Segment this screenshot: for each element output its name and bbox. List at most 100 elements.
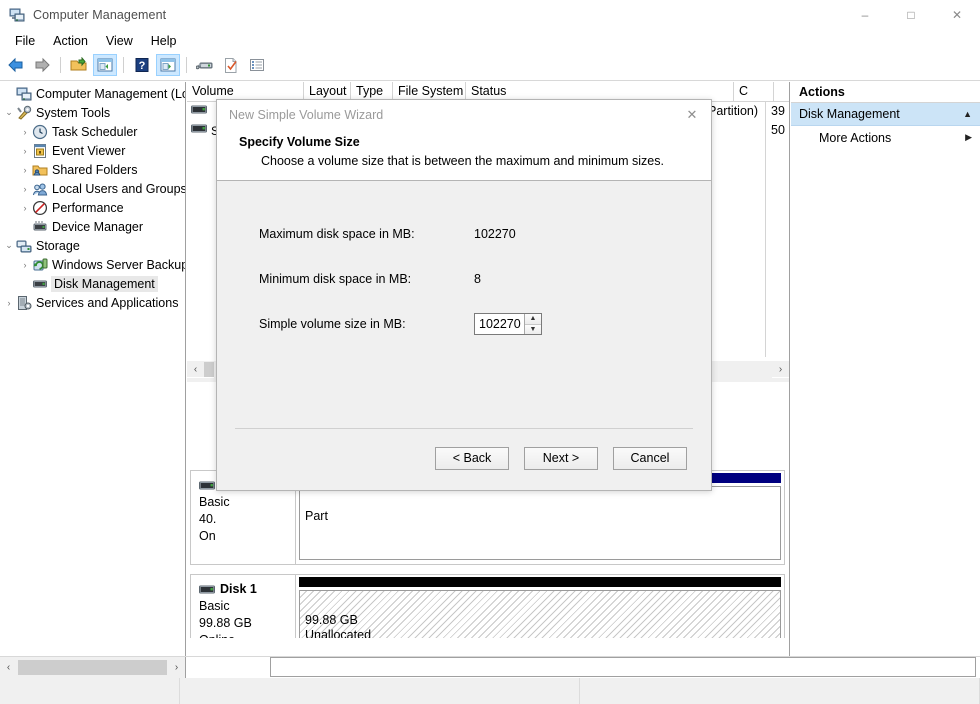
scroll-right-arrow[interactable]: ›: [168, 659, 185, 676]
disk-size: 99.88 GB: [199, 615, 295, 632]
volume-size-input[interactable]: [475, 314, 524, 334]
event-viewer-icon: [32, 143, 48, 159]
action-more-actions[interactable]: More Actions ▶: [791, 126, 980, 149]
scroll-left-arrow[interactable]: ‹: [187, 361, 204, 378]
disk-block-1[interactable]: Disk 1 Basic 99.88 GB Online 99.88 GB Un…: [190, 574, 785, 638]
tree-item-system-tools[interactable]: ⌄ System Tools: [0, 103, 185, 122]
volume-size-spinner[interactable]: ▲ ▼: [474, 313, 542, 335]
expander[interactable]: ›: [18, 162, 32, 178]
wizard-subheading: Choose a volume size that is between the…: [239, 154, 711, 168]
actions-group-disk-management[interactable]: Disk Management ▲: [791, 103, 980, 126]
expander[interactable]: [18, 276, 32, 292]
cancel-button[interactable]: Cancel: [613, 447, 687, 470]
list-icon[interactable]: [245, 54, 269, 76]
scroll-thumb[interactable]: [204, 362, 214, 377]
taskbar-section-left: [0, 678, 180, 704]
expander[interactable]: ›: [18, 181, 32, 197]
spinner-buttons[interactable]: ▲ ▼: [524, 314, 541, 334]
volume-icon: [191, 123, 207, 139]
field-maximum-disk-space: Maximum disk space in MB: 102270: [259, 219, 711, 249]
device-manager-icon: [32, 219, 48, 235]
help-icon[interactable]: ?: [130, 54, 154, 76]
window-controls: – □ ✕: [842, 0, 980, 30]
tree-item-services-and-applications[interactable]: › Services and Applications: [0, 293, 185, 312]
computer-management-window: Computer Management – □ ✕ File Action Vi…: [0, 0, 980, 704]
tree-item-computer-management[interactable]: Computer Management (Local: [0, 84, 185, 103]
field-simple-volume-size: Simple volume size in MB: ▲ ▼: [259, 309, 711, 339]
tree-item-event-viewer[interactable]: › Event Viewer: [0, 141, 185, 160]
scroll-thumb[interactable]: [18, 660, 167, 675]
expander[interactable]: [18, 219, 32, 235]
tree-item-performance[interactable]: › Performance: [0, 198, 185, 217]
tree-item-disk-management[interactable]: Disk Management: [0, 274, 185, 293]
partition-label: Unallocated: [305, 628, 780, 638]
wizard-footer: < Back Next > Cancel: [217, 429, 711, 487]
show-hide-console-tree-icon[interactable]: [93, 54, 117, 76]
column-header-capacity[interactable]: C: [734, 82, 774, 102]
actions-header: Actions: [791, 82, 980, 103]
disk-partitions-1: 99.88 GB Unallocated: [296, 575, 784, 638]
tree-item-local-users-and-groups[interactable]: › Local Users and Groups: [0, 179, 185, 198]
spinner-down-icon[interactable]: ▼: [525, 325, 541, 335]
tree-item-label: Disk Management: [51, 276, 158, 292]
tree-item-label: Performance: [52, 201, 124, 215]
partition-primary[interactable]: Part: [299, 486, 781, 560]
scroll-left-arrow[interactable]: ‹: [0, 659, 17, 676]
expander[interactable]: ›: [18, 124, 32, 140]
tree-item-label: Storage: [36, 239, 80, 253]
tree-item-device-manager[interactable]: Device Manager: [0, 217, 185, 236]
services-icon: [16, 295, 32, 311]
minimize-button[interactable]: –: [842, 0, 888, 30]
close-button[interactable]: ✕: [934, 0, 980, 30]
actions-group-label: Disk Management: [799, 107, 900, 121]
tree-item-task-scheduler[interactable]: › Task Scheduler: [0, 122, 185, 141]
disk-state: Online: [199, 632, 295, 638]
console-tree: Computer Management (Local ⌄ System Tool…: [0, 82, 185, 312]
disk-state: On: [199, 528, 295, 545]
taskbar: [0, 678, 980, 704]
tree-item-shared-folders[interactable]: › Shared Folders: [0, 160, 185, 179]
scroll-right-arrow[interactable]: ›: [772, 361, 789, 378]
up-folder-icon[interactable]: [67, 54, 91, 76]
next-button[interactable]: Next >: [524, 447, 598, 470]
back-icon[interactable]: [4, 54, 28, 76]
menu-file[interactable]: File: [6, 32, 44, 50]
back-button[interactable]: < Back: [435, 447, 509, 470]
expander[interactable]: ›: [2, 295, 16, 311]
expander[interactable]: [2, 86, 16, 102]
chevron-up-icon[interactable]: ▲: [963, 109, 972, 119]
field-label: Simple volume size in MB:: [259, 317, 474, 331]
menu-help[interactable]: Help: [142, 32, 186, 50]
expander[interactable]: ⌄: [2, 238, 16, 254]
row-status-fragment: Partition): [708, 104, 758, 118]
tree-item-label: System Tools: [36, 106, 110, 120]
tree-item-label: Windows Server Backup: [52, 258, 186, 272]
wizard-title-bar: New Simple Volume Wizard ✕: [217, 100, 711, 130]
tree-hscrollbar[interactable]: ‹ ›: [0, 657, 186, 678]
rescan-disks-icon[interactable]: [193, 54, 217, 76]
chevron-right-icon[interactable]: ▶: [965, 132, 972, 143]
forward-icon[interactable]: [30, 54, 54, 76]
expander[interactable]: ›: [18, 143, 32, 159]
toolbar-separator-3: [186, 57, 187, 73]
wizard-separator: [235, 428, 693, 429]
expander[interactable]: ⌄: [2, 105, 16, 121]
menu-bar: File Action View Help: [0, 30, 980, 52]
system-tools-icon: [16, 105, 32, 121]
properties-icon[interactable]: [219, 54, 243, 76]
expander[interactable]: ›: [18, 200, 32, 216]
show-hide-action-pane-icon[interactable]: [156, 54, 180, 76]
menu-view[interactable]: View: [97, 32, 142, 50]
expander[interactable]: ›: [18, 257, 32, 273]
disk-type: Basic: [199, 598, 295, 615]
tree-item-windows-server-backup[interactable]: › Windows Server Backup: [0, 255, 185, 274]
tree-item-storage[interactable]: ⌄ Storage: [0, 236, 185, 255]
spinner-up-icon[interactable]: ▲: [525, 314, 541, 325]
wizard-body: Maximum disk space in MB: 102270 Minimum…: [217, 181, 711, 429]
menu-action[interactable]: Action: [44, 32, 97, 50]
toolbar-separator-2: [123, 57, 124, 73]
partition-unallocated[interactable]: 99.88 GB Unallocated: [299, 590, 781, 638]
wizard-header: Specify Volume Size Choose a volume size…: [217, 130, 711, 181]
maximize-button[interactable]: □: [888, 0, 934, 30]
wizard-close-button[interactable]: ✕: [673, 100, 711, 130]
